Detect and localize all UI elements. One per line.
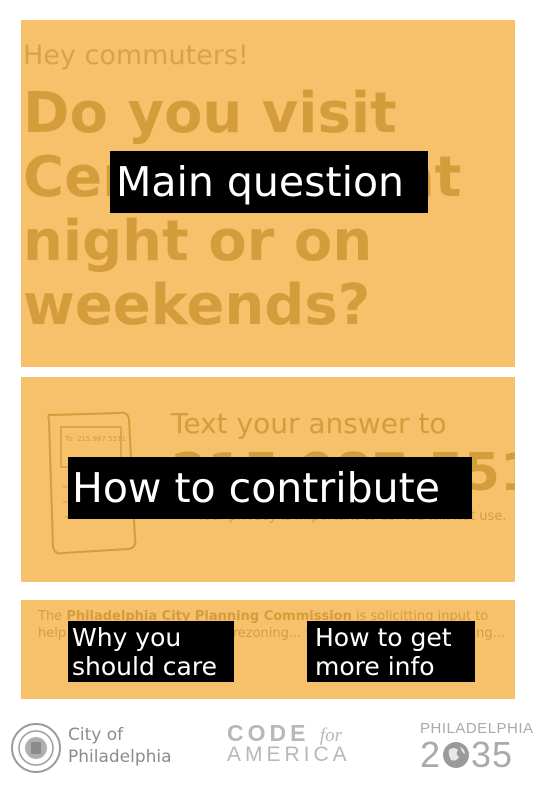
code-for-america-logo: CODE for AMERICA: [227, 720, 351, 766]
globe-icon: [443, 742, 470, 768]
philadelphia-2035-logo: PHILADELPHIA 2 35: [420, 720, 534, 775]
text-your-answer: Text your answer to: [171, 407, 447, 440]
footer-logos: City of Philadelphia CODE for AMERICA PH…: [0, 712, 537, 785]
city-seal-icon: [11, 723, 61, 773]
how-to-get-more-info-label: How to get more info: [307, 621, 475, 682]
phone-sketch-label: To: 215.987.5511: [64, 435, 126, 443]
eyebrow-text: Hey commuters!: [23, 40, 249, 71]
city-of-philadelphia-logo: City of Philadelphia: [68, 725, 172, 767]
how-to-contribute-label: How to contribute: [68, 457, 472, 519]
main-question-label: Main question: [110, 151, 428, 213]
why-you-should-care-label: Why you should care: [68, 621, 234, 682]
